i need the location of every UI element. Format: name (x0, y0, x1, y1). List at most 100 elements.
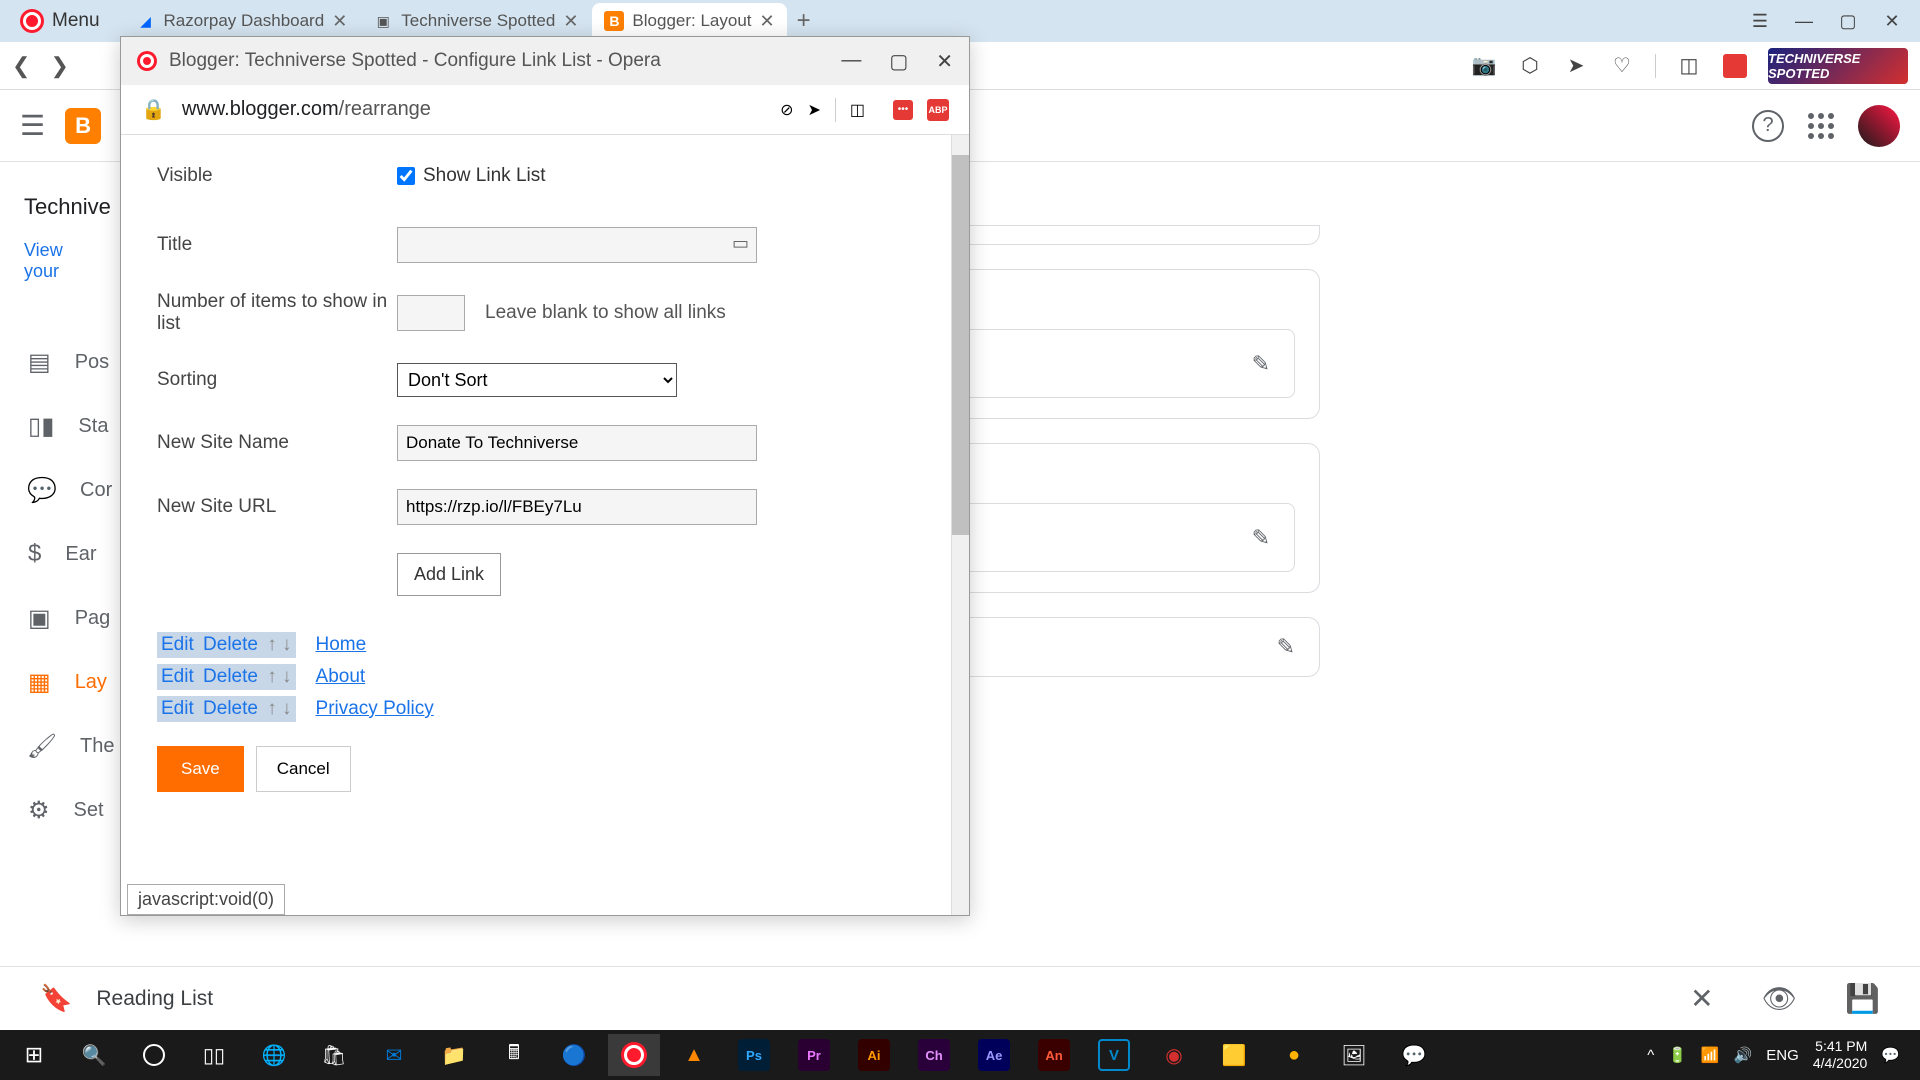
new-tab-button[interactable]: + (797, 7, 811, 35)
sorting-select[interactable]: Don't Sort (397, 363, 677, 397)
save-button[interactable]: Save (157, 746, 244, 792)
wifi-icon[interactable]: 📶 (1701, 1046, 1720, 1064)
back-button[interactable]: ❮ (12, 53, 30, 79)
animate-app[interactable]: An (1028, 1034, 1080, 1076)
show-linklist-checkbox[interactable]: Show Link List (397, 165, 546, 187)
close-button[interactable]: ✕ (1880, 11, 1904, 32)
sidebar-item-stats[interactable]: ▯▮ Sta (0, 394, 120, 458)
extension-abp-icon[interactable]: ABP (927, 99, 949, 121)
popup-scrollbar[interactable] (951, 135, 969, 915)
app-icon[interactable]: ◉ (1148, 1034, 1200, 1076)
send-icon[interactable]: ➤ (1563, 53, 1589, 79)
edit-link[interactable]: Edit (161, 698, 194, 719)
illustrator-app[interactable]: Ai (848, 1034, 900, 1076)
explorer-app[interactable]: 📁 (428, 1034, 480, 1076)
forward-button[interactable]: ❯ (50, 53, 68, 79)
task-view-button[interactable]: ▯▯ (188, 1034, 240, 1076)
link-name[interactable]: About (316, 666, 366, 688)
aftereffects-app[interactable]: Ae (968, 1034, 1020, 1076)
whatsapp-app[interactable]: 💬 (1388, 1034, 1440, 1076)
app-icon[interactable]: 🖼 (1328, 1034, 1380, 1076)
sidebar-item-comments[interactable]: 💬 Cor (0, 458, 120, 522)
notifications-icon[interactable]: 💬 (1881, 1046, 1900, 1064)
popup-close-button[interactable]: ✕ (936, 49, 953, 74)
photoshop-app[interactable]: Ps (728, 1034, 780, 1076)
vlc-app[interactable]: ▲ (668, 1034, 720, 1076)
site-name-input[interactable] (397, 425, 757, 461)
character-animator-app[interactable]: Ch (908, 1034, 960, 1076)
add-link-button[interactable]: Add Link (397, 553, 501, 596)
discard-button[interactable]: ✕ (1690, 982, 1713, 1015)
chrome-app[interactable]: 🔵 (548, 1034, 600, 1076)
easy-setup-icon[interactable]: ☰ (1748, 11, 1772, 32)
battery-icon[interactable]: 🔋 (1668, 1046, 1687, 1064)
popup-maximize-button[interactable]: ▢ (889, 49, 908, 74)
heart-icon[interactable]: ♡ (1609, 53, 1635, 79)
send-icon[interactable]: ➤ (807, 100, 820, 120)
sort-arrows[interactable]: ↑ ↓ (267, 698, 291, 719)
shield-icon[interactable]: ⬡ (1517, 53, 1543, 79)
close-icon[interactable]: ✕ (332, 11, 347, 32)
delete-link[interactable]: Delete (203, 634, 258, 655)
close-icon[interactable]: ✕ (563, 11, 578, 32)
snapshot-icon[interactable]: 📷 (1471, 53, 1497, 79)
popup-minimize-button[interactable]: — (841, 49, 861, 74)
help-button[interactable]: ? (1752, 110, 1784, 142)
edit-pencil-icon[interactable]: ✎ (1252, 351, 1270, 377)
reading-list-label[interactable]: Reading List (96, 987, 213, 1011)
premiere-app[interactable]: Pr (788, 1034, 840, 1076)
sidebar-item-theme[interactable]: 🖌 The (0, 714, 120, 778)
site-url-input[interactable] (397, 489, 757, 525)
adblock-icon[interactable]: ⊘ (780, 100, 793, 120)
sidebar-item-pages[interactable]: ▣ Pag (0, 586, 120, 650)
language-indicator[interactable]: ENG (1766, 1047, 1799, 1064)
title-input[interactable] (397, 227, 757, 263)
link-name[interactable]: Privacy Policy (316, 698, 434, 720)
tray-chevron-icon[interactable]: ^ (1647, 1047, 1654, 1064)
sidebar-item-earnings[interactable]: $ Ear (0, 522, 120, 586)
search-button[interactable]: 🔍 (68, 1034, 120, 1076)
edit-pencil-icon[interactable]: ✎ (1252, 525, 1270, 551)
sort-arrows[interactable]: ↑ ↓ (267, 634, 291, 655)
account-avatar[interactable] (1858, 105, 1900, 147)
preview-eye-icon[interactable]: 👁 (1762, 982, 1798, 1015)
sidebar-item-posts[interactable]: ▤ Pos (0, 330, 120, 394)
edit-pencil-icon[interactable]: ✎ (1277, 634, 1295, 660)
sidebar-item-settings[interactable]: ⚙ Set (0, 778, 120, 842)
card-icon[interactable]: ▭ (732, 233, 749, 254)
save-disk-icon[interactable]: 💾 (1845, 982, 1880, 1015)
start-button[interactable]: ⊞ (8, 1034, 60, 1076)
maximize-button[interactable]: ▢ (1836, 11, 1860, 32)
opera-app[interactable] (608, 1034, 660, 1076)
edit-link[interactable]: Edit (161, 634, 194, 655)
scrollbar-thumb[interactable] (952, 155, 969, 535)
cancel-button[interactable]: Cancel (256, 746, 351, 792)
volume-icon[interactable]: 🔊 (1734, 1046, 1753, 1064)
tab-razorpay[interactable]: ◢ Razorpay Dashboard ✕ (124, 3, 360, 40)
lock-icon[interactable]: 🔒 (141, 97, 166, 122)
tab-techniverse[interactable]: ▣ Techniverse Spotted ✕ (361, 3, 590, 40)
opera-menu-button[interactable]: Menu (8, 5, 112, 37)
cortana-button[interactable] (128, 1034, 180, 1076)
mail-app[interactable]: ✉ (368, 1034, 420, 1076)
app-icon[interactable]: 🟨 (1208, 1034, 1260, 1076)
popup-url[interactable]: www.blogger.com/rearrange (182, 98, 764, 121)
delete-link[interactable]: Delete (203, 666, 258, 687)
delete-link[interactable]: Delete (203, 698, 258, 719)
tab-blogger-layout[interactable]: B Blogger: Layout ✕ (592, 3, 786, 40)
extension-dots-icon[interactable]: ••• (893, 100, 913, 120)
link-name[interactable]: Home (316, 634, 367, 656)
close-icon[interactable]: ✕ (760, 11, 775, 32)
popup-titlebar[interactable]: Blogger: Techniverse Spotted - Configure… (121, 37, 969, 85)
edit-link[interactable]: Edit (161, 666, 194, 687)
sort-arrows[interactable]: ↑ ↓ (267, 666, 291, 687)
app-icon[interactable]: ● (1268, 1034, 1320, 1076)
extension-cube-icon[interactable]: ◫ (1676, 53, 1702, 79)
hamburger-menu-button[interactable]: ☰ (20, 109, 45, 142)
extension-1b-icon[interactable] (1722, 53, 1748, 79)
visualstudio-app[interactable]: V (1088, 1034, 1140, 1076)
store-app[interactable]: 🛍 (308, 1034, 360, 1076)
clock[interactable]: 5:41 PM 4/4/2020 (1813, 1038, 1868, 1072)
blog-name[interactable]: Technive (0, 182, 120, 232)
sidebar-item-layout[interactable]: ▦ Lay (0, 650, 120, 714)
